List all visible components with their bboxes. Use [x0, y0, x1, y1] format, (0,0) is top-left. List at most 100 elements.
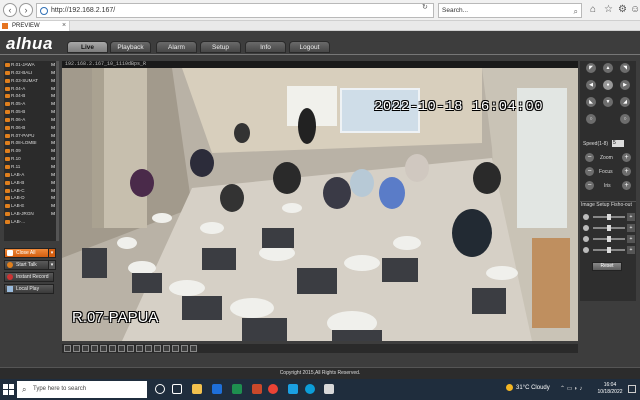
- brightness-slider[interactable]: +: [583, 213, 635, 221]
- forward-icon[interactable]: ›: [19, 3, 33, 17]
- notification-icon[interactable]: [628, 385, 636, 393]
- more-icon[interactable]: [190, 345, 197, 352]
- channel-item[interactable]: R.04-B M: [4, 92, 56, 100]
- focus-minus-button[interactable]: −: [585, 167, 594, 176]
- ptz-up-right-icon[interactable]: ◥: [620, 63, 630, 73]
- iris-plus-button[interactable]: +: [622, 181, 631, 190]
- favorites-icon[interactable]: ☆: [604, 4, 613, 15]
- tab-logout[interactable]: Logout: [289, 41, 330, 53]
- excel-icon[interactable]: [232, 384, 242, 394]
- channel-item[interactable]: LAB-E M: [4, 202, 56, 210]
- cortana-icon[interactable]: [155, 384, 165, 394]
- edge-icon[interactable]: [305, 384, 315, 394]
- tab-preview[interactable]: PREVIEW ×: [0, 21, 70, 31]
- ptz-down-right-icon[interactable]: ◢: [620, 97, 630, 107]
- tab-image-setup[interactable]: Image Setup: [581, 202, 609, 208]
- channel-item[interactable]: LAB-A M: [4, 171, 56, 179]
- ptz-left-icon[interactable]: ◀: [586, 80, 596, 90]
- channel-item[interactable]: R.06-B M: [4, 124, 56, 132]
- word-icon[interactable]: [212, 384, 222, 394]
- chevron-down-icon[interactable]: ▾: [48, 248, 56, 258]
- chrome-icon[interactable]: [268, 384, 278, 394]
- stream-icon[interactable]: [154, 345, 161, 352]
- channel-item[interactable]: LAB-...: [4, 218, 56, 226]
- taskbar-clock[interactable]: 16:04 10/18/2022: [596, 382, 624, 396]
- chevron-down-icon[interactable]: ▾: [48, 260, 56, 270]
- hue-slider[interactable]: +: [583, 246, 635, 254]
- tab-alarm[interactable]: Alarm: [156, 41, 197, 53]
- channel-item[interactable]: R.09 M: [4, 147, 56, 155]
- home-icon[interactable]: ⌂: [590, 4, 596, 15]
- close-all-button[interactable]: Close All: [4, 248, 54, 258]
- close-icon[interactable]: ×: [62, 21, 66, 31]
- back-icon[interactable]: ‹: [3, 3, 17, 17]
- channel-item[interactable]: R.05-B M: [4, 108, 56, 116]
- channel-item[interactable]: R.01-JAWA M: [4, 61, 56, 69]
- layout-custom-icon[interactable]: [100, 345, 107, 352]
- refresh-icon[interactable]: ↻: [422, 3, 428, 11]
- windows-start-icon[interactable]: [3, 384, 14, 395]
- layout-4-icon[interactable]: [73, 345, 80, 352]
- fullscreen-icon[interactable]: [109, 345, 116, 352]
- zoom-plus-button[interactable]: +: [622, 153, 631, 162]
- ptz-down-left-icon[interactable]: ◣: [586, 97, 596, 107]
- channel-item[interactable]: LAB-D M: [4, 194, 56, 202]
- system-tray[interactable]: ⌃ ▭ ◗ ♪: [560, 385, 582, 392]
- channel-item[interactable]: R.08-LOMBI M: [4, 139, 56, 147]
- layout-9-icon[interactable]: [82, 345, 89, 352]
- ptz-down-icon[interactable]: ▼: [603, 97, 613, 107]
- ptz-stop-icon[interactable]: ○: [620, 114, 630, 124]
- channel-item[interactable]: R.05-A M: [4, 100, 56, 108]
- focus-plus-button[interactable]: +: [622, 167, 631, 176]
- close-video-icon[interactable]: [181, 345, 188, 352]
- tab-setup[interactable]: Setup: [200, 41, 241, 53]
- video-viewport[interactable]: 192.168.2.167_10_1110dBps_R 2022-10-18 1…: [62, 61, 578, 341]
- app-icon[interactable]: [324, 384, 334, 394]
- channel-item[interactable]: LAB-JRGN M: [4, 210, 56, 218]
- iris-minus-button[interactable]: −: [585, 181, 594, 190]
- layout-1-icon[interactable]: [64, 345, 71, 352]
- reset-button[interactable]: Reset: [592, 262, 622, 271]
- powerpoint-icon[interactable]: [252, 384, 262, 394]
- file-explorer-icon[interactable]: [192, 384, 202, 394]
- channel-item[interactable]: R.03-SUMAT M: [4, 77, 56, 85]
- start-talk-button[interactable]: Start Talk: [4, 260, 54, 270]
- instant-record-button[interactable]: Instant Record: [4, 272, 54, 282]
- fluency-icon[interactable]: [172, 345, 179, 352]
- channel-item[interactable]: R.11 M: [4, 163, 56, 171]
- tab-live[interactable]: Live: [67, 41, 108, 53]
- browser-search-input[interactable]: Search... ⌕: [438, 3, 582, 18]
- taskbar-search-input[interactable]: ⌕ Type here to search: [17, 381, 147, 398]
- ptz-up-left-icon[interactable]: ◤: [586, 63, 596, 73]
- channel-item[interactable]: R.02-BALI M: [4, 69, 56, 77]
- channel-scrollbar[interactable]: [56, 61, 59, 241]
- contrast-slider[interactable]: +: [583, 224, 635, 232]
- channel-item[interactable]: R.07-PAPU M: [4, 132, 56, 140]
- record-icon[interactable]: [127, 345, 134, 352]
- ratio-icon[interactable]: [163, 345, 170, 352]
- channel-item[interactable]: LAB-C M: [4, 187, 56, 195]
- channel-item[interactable]: R.10 M: [4, 155, 56, 163]
- channel-item[interactable]: LAB-B M: [4, 179, 56, 187]
- search-icon[interactable]: ⌕: [574, 5, 578, 18]
- ptz-auto-icon[interactable]: ○: [586, 114, 596, 124]
- smiley-icon[interactable]: ☺: [630, 4, 640, 15]
- ptz-up-icon[interactable]: ▲: [603, 63, 613, 73]
- task-view-icon[interactable]: [172, 384, 182, 394]
- channel-item[interactable]: R.04-A M: [4, 85, 56, 93]
- layout-16-icon[interactable]: [91, 345, 98, 352]
- channel-item[interactable]: R.06-A M: [4, 116, 56, 124]
- zoom-icon[interactable]: [136, 345, 143, 352]
- zoom-minus-button[interactable]: −: [585, 153, 594, 162]
- saturation-slider[interactable]: +: [583, 235, 635, 243]
- ptz-right-icon[interactable]: ▶: [620, 80, 630, 90]
- ptz-center-icon[interactable]: ●: [603, 80, 613, 90]
- local-play-button[interactable]: Local Play: [4, 284, 54, 294]
- audio-icon[interactable]: [145, 345, 152, 352]
- tab-playback[interactable]: Playback: [110, 41, 151, 53]
- url-input[interactable]: http://192.168.2.167/: [36, 3, 434, 18]
- ie-icon[interactable]: [288, 384, 298, 394]
- tab-info[interactable]: Info: [245, 41, 286, 53]
- tab-fisheye[interactable]: Fisho-out: [611, 202, 632, 208]
- weather-widget[interactable]: 31°C Cloudy: [506, 384, 550, 391]
